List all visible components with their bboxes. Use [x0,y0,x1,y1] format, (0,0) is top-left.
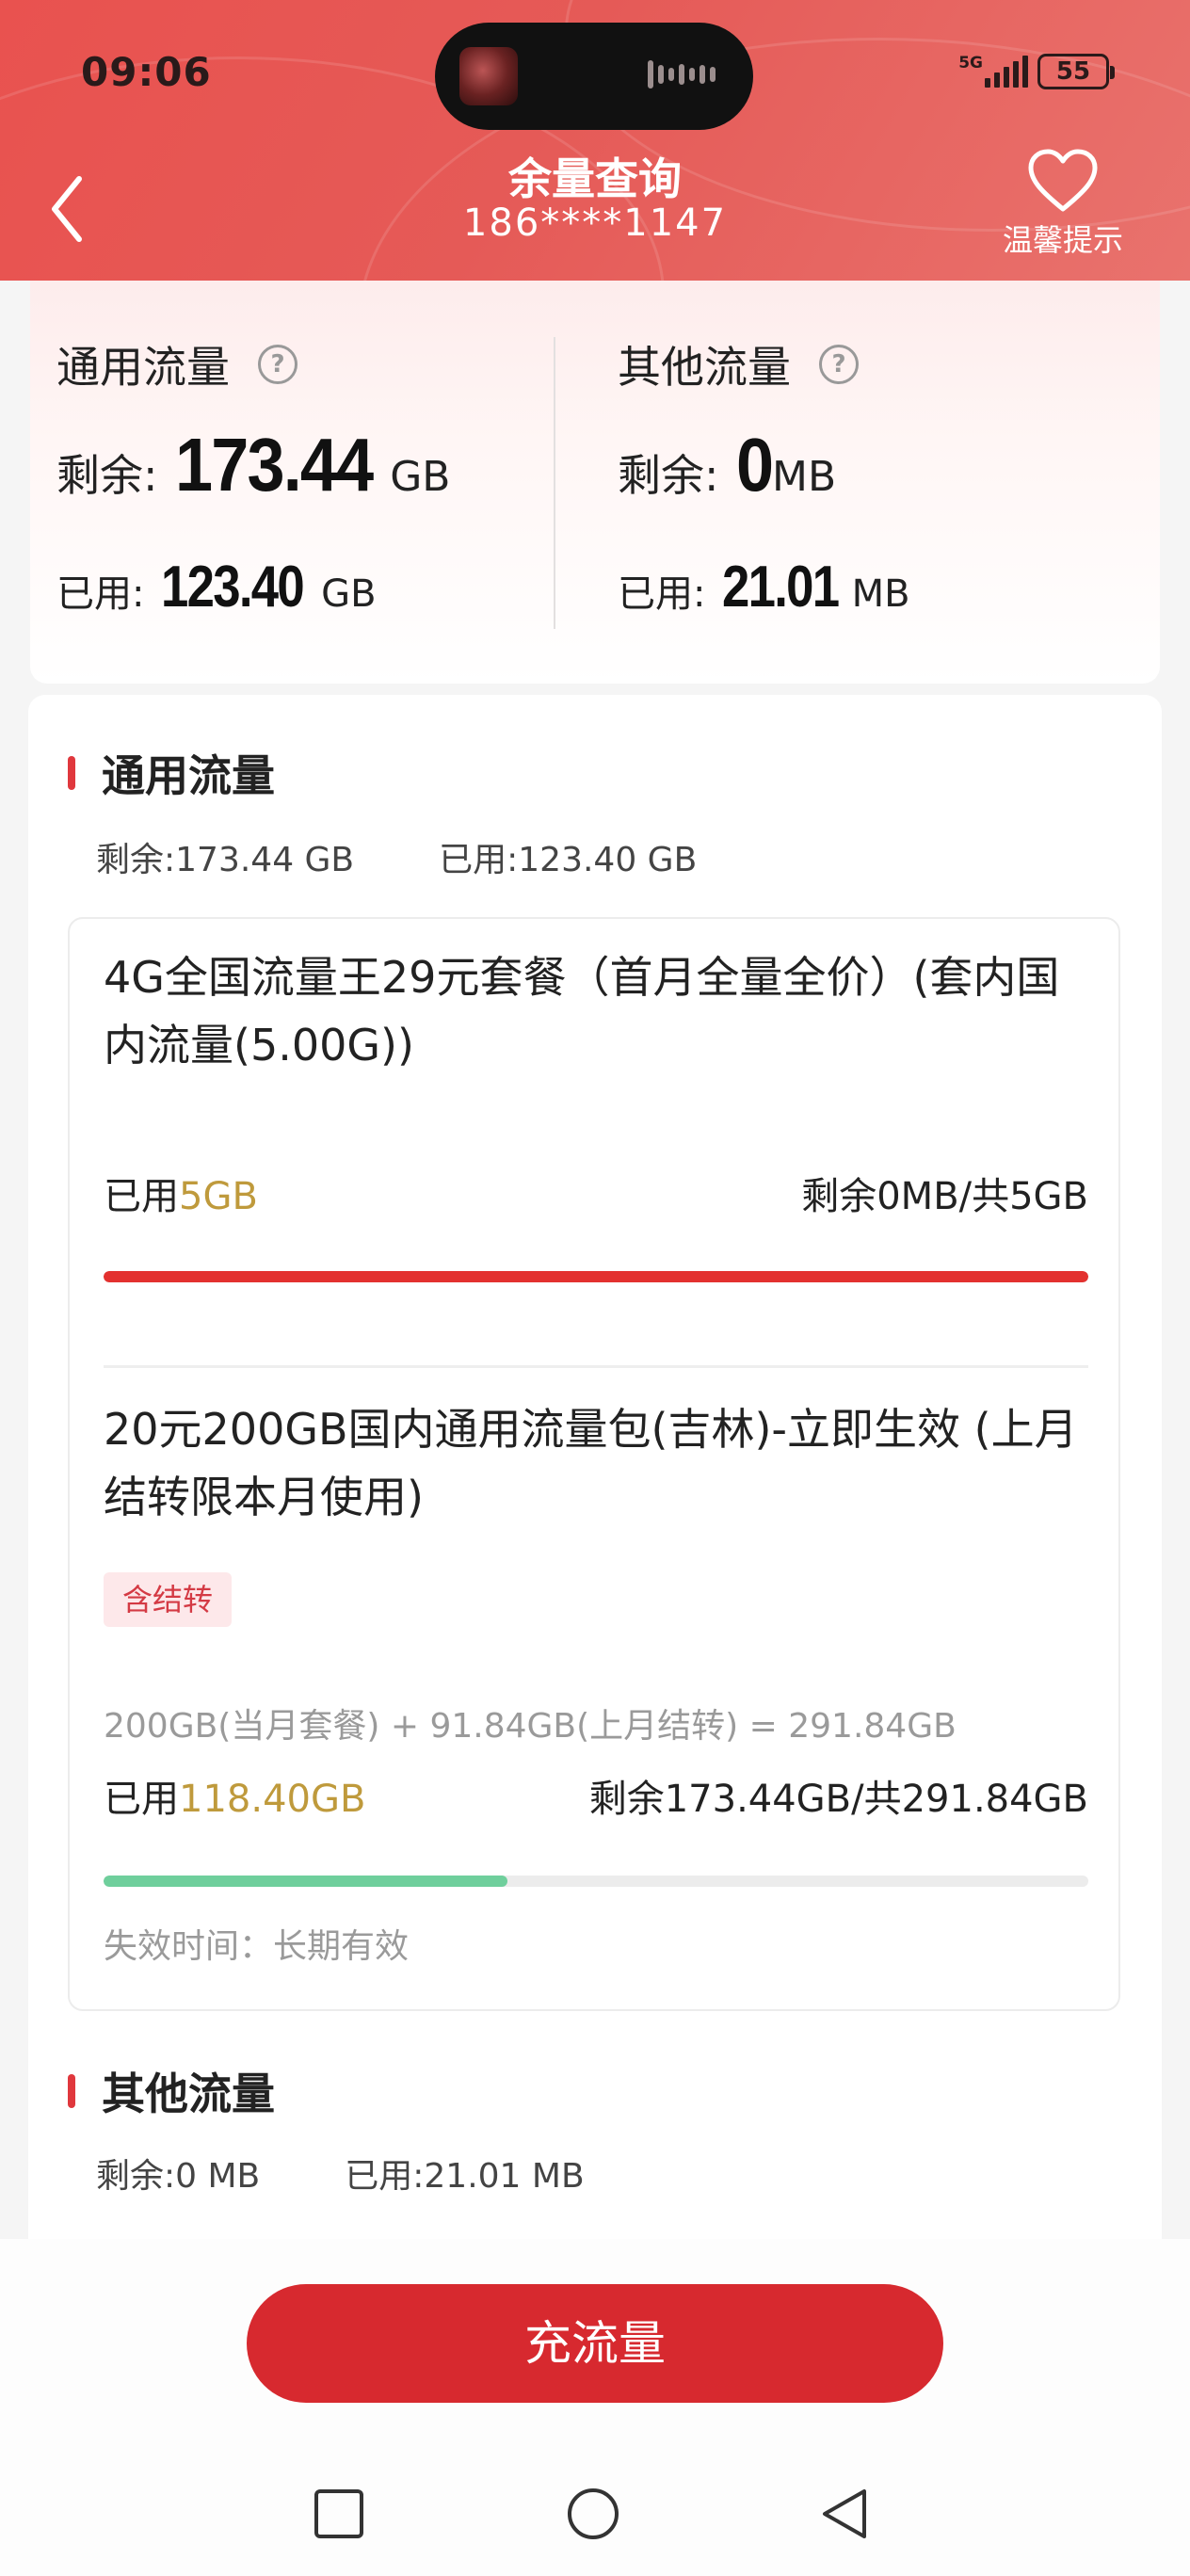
tips-label: 温馨提示 [1002,222,1123,258]
summary-other-title-text: 其他流量 [618,342,791,393]
section-other-remain: 剩余:0 MB [96,2157,261,2196]
plan-usage-row: 已用118.40GB 剩余173.44GB/共291.84GB [104,1768,1088,1823]
plan-progress-bar [104,1876,1088,1887]
media-thumbnail [459,47,518,105]
summary-other-remain: 剩余: 0 MB [618,422,836,508]
plan-used-value: 5GB [179,1175,258,1218]
plan-used-label: 已用 [104,1778,179,1821]
plan-remain: 剩余0MB/共5GB [801,1175,1088,1218]
status-time: 09:06 [81,49,212,95]
summary-general: 通用流量 ? 剩余: 173.44 GB 已用: 123.40 GB [56,281,584,657]
summary-general-used: 已用: 123.40 GB [56,554,377,620]
section-general-title-text: 通用流量 [102,750,275,801]
plan-usage-row: 已用5GB 剩余0MB/共5GB [104,1166,1088,1220]
recharge-data-button[interactable]: 充流量 [247,2284,943,2403]
remain-label: 剩余: [56,450,158,501]
summary-general-title: 通用流量 ? [56,333,298,395]
section-general-title: 通用流量 [68,742,275,804]
status-indicators: 5G 55 [958,53,1115,90]
network-indicator: 5G [958,56,1028,88]
remain-label: 剩余: [618,450,719,501]
plan-remain: 剩余173.44GB/共291.84GB [588,1778,1088,1821]
plan-name: 20元200GB国内通用流量包(吉林)-立即生效 (上月结转限本月使用) [104,1404,1078,1522]
remain-unit: MB [772,453,837,501]
section-marker [68,756,75,790]
dynamic-island[interactable] [435,23,753,130]
home-circle-icon [568,2488,619,2539]
plan-used: 已用5GB [104,1166,258,1220]
remain-value: 0 [735,423,774,507]
back-triangle-icon [823,2489,866,2538]
plan-used-value: 118.40GB [179,1778,366,1821]
summary-other-title: 其他流量 ? [618,333,859,395]
nav-back-button[interactable] [817,2486,874,2542]
used-value: 123.40 [161,555,305,620]
plan-name: 4G全国流量王29元套餐（首月全量全价）(套内国内流量(5.00G)) [104,952,1060,1071]
heart-icon [1028,149,1098,212]
section-other-title: 其他流量 [68,2060,275,2122]
battery-level: 55 [1055,57,1091,86]
signal-icon [985,56,1028,88]
summary-general-title-text: 通用流量 [56,342,230,393]
section-general-remain: 剩余:173.44 GB [96,841,355,879]
section-marker [68,2074,75,2108]
detail-card: 通用流量 剩余:173.44 GB 已用:123.40 GB 4G全国流量王29元… [28,695,1162,2239]
network-label: 5G [958,54,983,72]
used-value: 21.01 [722,555,840,620]
used-label: 已用: [618,572,706,616]
used-unit: MB [851,572,910,616]
bottom-bar: 充流量 [0,2239,1190,2576]
home-button[interactable] [565,2486,621,2542]
battery-icon: 55 [1037,54,1115,89]
summary-general-remain: 剩余: 173.44 GB [56,422,450,508]
header: 09:06 5G 55 余量查询 186****1147 温馨提示 [0,0,1190,281]
plan-used: 已用118.40GB [104,1768,365,1823]
remain-value: 173.44 [174,423,374,507]
plan-used-label: 已用 [104,1175,179,1218]
used-unit: GB [321,572,377,616]
section-general-stats: 剩余:173.44 GB 已用:123.40 GB [96,832,781,881]
plan-formula: 200GB(当月套餐) + 91.84GB(上月结转) = 291.84GB [104,1707,957,1746]
summary-card: 通用流量 ? 剩余: 173.44 GB 已用: 123.40 GB 其他流量 … [30,281,1160,684]
help-icon[interactable]: ? [819,345,859,384]
plan-expiry: 失效时间：长期有效 [104,1927,410,1966]
remain-unit: GB [390,453,451,501]
summary-other-used: 已用: 21.01 MB [618,554,910,620]
summary-other: 其他流量 ? 剩余: 0 MB 已用: 21.01 MB [618,281,1145,657]
plan-progress-fill [104,1876,507,1887]
audio-wave-icon [648,60,723,92]
plan-progress-fill [104,1271,1088,1282]
plan-progress-bar [104,1271,1088,1282]
section-other-title-text: 其他流量 [102,2069,275,2119]
summary-divider [554,337,555,629]
plan-list-card: 4G全国流量王29元套餐（首月全量全价）(套内国内流量(5.00G)) 已用5G… [68,917,1120,2011]
section-general-used: 已用:123.40 GB [439,841,698,879]
section-other-stats: 剩余:0 MB 已用:21.01 MB [96,2149,669,2198]
recents-square-icon [314,2489,363,2538]
carryover-badge: 含结转 [104,1572,233,1627]
plan-divider [104,1365,1088,1368]
recents-button[interactable] [311,2486,367,2542]
tips-button[interactable]: 温馨提示 [992,147,1134,260]
section-other-used: 已用:21.01 MB [345,2157,585,2196]
help-icon[interactable]: ? [258,345,298,384]
used-label: 已用: [56,572,145,616]
